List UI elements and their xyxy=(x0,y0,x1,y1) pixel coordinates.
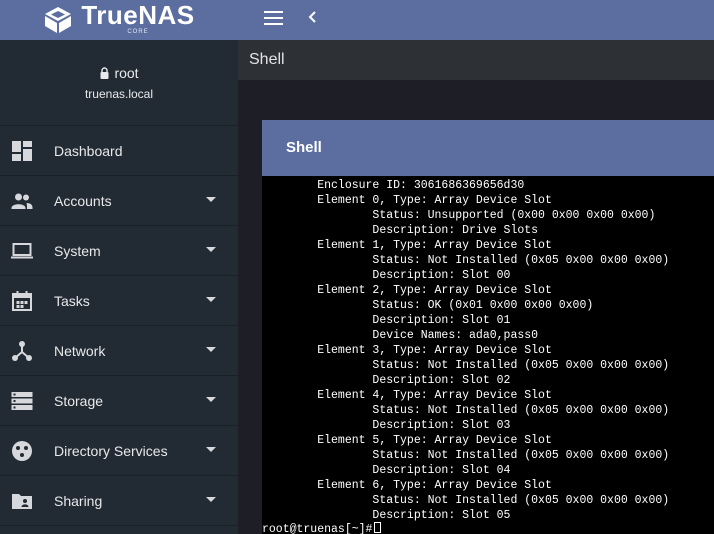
chevron-left-icon[interactable] xyxy=(305,9,321,25)
truenas-logo-icon xyxy=(45,7,72,33)
terminal-line: Element 3, Type: Array Device Slot xyxy=(262,344,552,357)
menu-toggle-icon[interactable] xyxy=(264,11,283,25)
terminal-line: Element 1, Type: Array Device Slot xyxy=(262,239,552,252)
terminal-line: Description: Slot 02 xyxy=(262,374,511,387)
sidebar-item-label: Accounts xyxy=(54,192,112,209)
sidebar-item-label: Dashboard xyxy=(54,142,123,159)
sidebar: TrueNAS CORE root truenas.local Dashboar… xyxy=(0,0,238,534)
terminal-line: Status: Not Installed (0x05 0x00 0x00 0x… xyxy=(262,494,670,507)
terminal-line: Device Names: ada0,pass0 xyxy=(262,329,539,342)
terminal-line: Enclosure ID: 3061686369656d30 xyxy=(262,179,525,192)
sidebar-item-label: Sharing xyxy=(54,492,103,509)
sidebar-item-sharing[interactable]: Sharing xyxy=(0,476,238,526)
caret-down-icon xyxy=(206,397,216,402)
terminal-prompt: root@truenas[~]# xyxy=(262,523,373,534)
sidebar-item-label: Network xyxy=(54,342,106,359)
sidebar-item-label: Tasks xyxy=(54,292,90,309)
logo-bar: TrueNAS CORE xyxy=(0,0,238,40)
shell-card-title: Shell xyxy=(286,139,322,156)
terminal-line: Status: Not Installed (0x05 0x00 0x00 0x… xyxy=(262,359,670,372)
terminal-line: Description: Slot 00 xyxy=(262,269,511,282)
sidebar-item-system[interactable]: System xyxy=(0,226,238,276)
terminal-line: Status: Unsupported (0x00 0x00 0x00 0x00… xyxy=(262,209,656,222)
terminal-line: Description: Slot 01 xyxy=(262,314,511,327)
sidebar-item-dashboard[interactable]: Dashboard xyxy=(0,126,238,176)
sidebar-item-network[interactable]: Network xyxy=(0,326,238,376)
user-block: root truenas.local xyxy=(0,40,238,126)
logo-name: TrueNAS xyxy=(81,0,195,30)
page-title: Shell xyxy=(249,51,285,68)
dashboard-icon xyxy=(12,141,32,161)
terminal-line: Status: Not Installed (0x05 0x00 0x00 0x… xyxy=(262,404,670,417)
caret-down-icon xyxy=(206,447,216,452)
directory-services-icon xyxy=(12,441,32,461)
sidebar-item-label: System xyxy=(54,242,101,259)
sidebar-item-directory-services[interactable]: Directory Services xyxy=(0,426,238,476)
shell-card: Shell Enclosure ID: 3061686369656d30 Ele… xyxy=(262,120,714,534)
caret-down-icon xyxy=(206,297,216,302)
username: root xyxy=(114,64,139,81)
calendar-icon xyxy=(12,291,32,311)
terminal-line: Element 4, Type: Array Device Slot xyxy=(262,389,552,402)
caret-down-icon xyxy=(206,197,216,202)
lock-icon xyxy=(100,66,109,79)
accounts-icon xyxy=(11,193,33,209)
top-bar xyxy=(238,0,714,40)
terminal-line: Status: Not Installed (0x05 0x00 0x00 0x… xyxy=(262,254,670,267)
caret-down-icon xyxy=(206,347,216,352)
terminal[interactable]: Enclosure ID: 3061686369656d30 Element 0… xyxy=(262,176,714,534)
terminal-line: Element 5, Type: Array Device Slot xyxy=(262,434,552,447)
terminal-line: Element 2, Type: Array Device Slot xyxy=(262,284,552,297)
terminal-line: Description: Slot 04 xyxy=(262,464,511,477)
terminal-line: Description: Drive Slots xyxy=(262,224,539,237)
network-icon xyxy=(12,341,32,361)
shell-card-header: Shell xyxy=(262,120,714,176)
laptop-icon xyxy=(11,243,33,259)
terminal-prompt-line: root@truenas[~]# xyxy=(262,522,382,534)
terminal-cursor xyxy=(374,522,382,533)
page-title-bar: Shell xyxy=(238,40,714,80)
hostname: truenas.local xyxy=(84,86,154,101)
terminal-line: Description: Slot 03 xyxy=(262,419,511,432)
logo-text: TrueNAS CORE xyxy=(81,2,194,35)
sidebar-item-storage[interactable]: Storage xyxy=(0,376,238,426)
caret-down-icon xyxy=(206,247,216,252)
sidebar-item-label: Storage xyxy=(54,392,104,409)
terminal-line: Element 6, Type: Array Device Slot xyxy=(262,479,552,492)
terminal-line: Description: Slot 05 xyxy=(262,509,511,522)
caret-down-icon xyxy=(206,497,216,502)
logo-sub: CORE xyxy=(127,28,149,35)
terminal-line: Status: Not Installed (0x05 0x00 0x00 0x… xyxy=(262,449,670,462)
user-line: root xyxy=(99,64,139,81)
terminal-line: Element 0, Type: Array Device Slot xyxy=(262,194,552,207)
sidebar-item-label: Directory Services xyxy=(54,442,168,459)
folder-share-icon xyxy=(12,494,32,509)
sidebar-item-accounts[interactable]: Accounts xyxy=(0,176,238,226)
sidebar-item-tasks[interactable]: Tasks xyxy=(0,276,238,326)
terminal-line: Status: OK (0x01 0x00 0x00 0x00) xyxy=(262,299,594,312)
storage-icon xyxy=(11,392,33,410)
